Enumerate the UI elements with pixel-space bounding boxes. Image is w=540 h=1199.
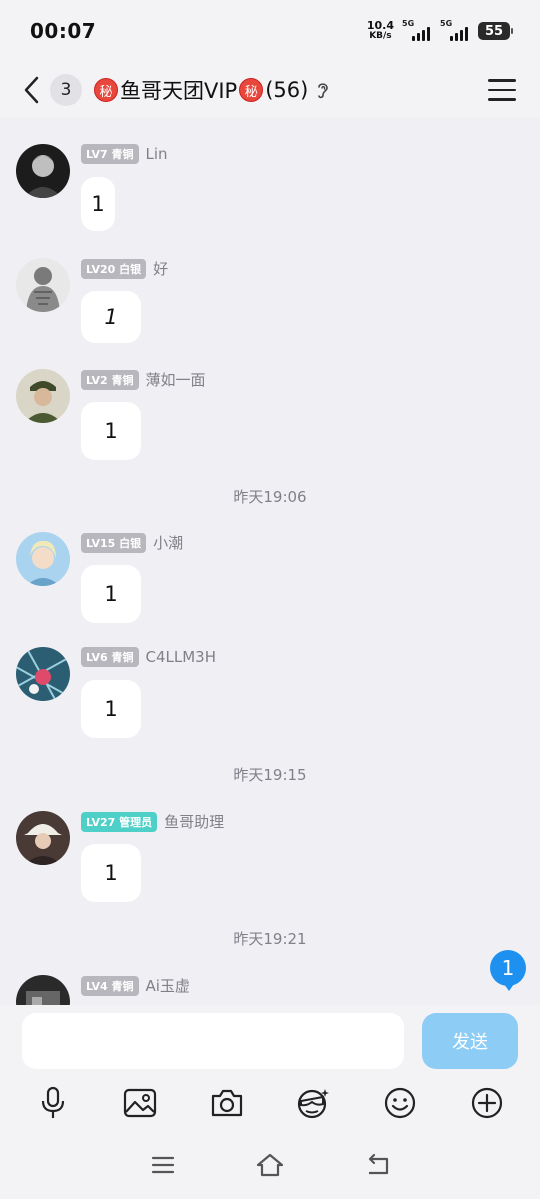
recent-apps-icon[interactable] [143,1145,183,1185]
message-meta: LV4 青铜 Ai玉虚 [81,975,190,996]
message-bubble[interactable]: 1 [81,680,141,738]
network-speed-unit: KB/s [369,31,392,41]
sim2-label: 5G [440,19,453,28]
avatar[interactable] [16,975,70,1008]
battery-icon: 55 [478,22,513,40]
avatar[interactable] [16,532,70,586]
network-speed-value: 10.4 [366,19,394,32]
secret-icon: 秘 [239,78,264,102]
message-list[interactable]: LV7 青铜 Lin 1 LV20 白银 好 1 LV2 青铜 薄如一面 1 昨… [0,118,540,1008]
chat-header: 3 秘 鱼哥天团VIP 秘 (56) [0,62,540,118]
message-meta: LV20 白银 好 [81,258,168,279]
microphone-icon[interactable] [30,1080,76,1126]
signal-1-icon: 5G [402,19,432,41]
level-badge: LV2 青铜 [81,369,139,390]
message-bubble[interactable]: 1 [81,291,141,343]
sender-name[interactable]: C4LLM3H [146,648,217,666]
input-bar: 发送 [0,1005,540,1083]
new-message-indicator[interactable]: 1 [490,950,526,991]
message-meta: LV7 青铜 Lin [81,144,168,164]
avatar[interactable] [16,647,70,701]
level-badge: LV4 青铜 [81,975,139,996]
group-title[interactable]: 秘 鱼哥天团VIP 秘 (56) [92,75,330,105]
message-bubble[interactable]: 1 [81,565,141,623]
avatar[interactable] [16,369,70,423]
home-icon[interactable] [250,1145,290,1185]
sender-name[interactable]: 小潮 [153,532,183,553]
emoji-icon[interactable] [377,1080,423,1126]
sender-name[interactable]: Lin [146,145,168,163]
sim1-label: 5G [402,19,415,28]
timestamp: 昨天19:21 [233,930,307,948]
status-indicators: 10.4 KB/s 5G 5G 55 [366,19,513,41]
plus-icon[interactable] [464,1080,510,1126]
camera-icon[interactable] [204,1080,250,1126]
avatar[interactable] [16,144,70,198]
back-button[interactable] [18,70,44,110]
sticker-icon[interactable] [290,1080,336,1126]
ear-icon [316,80,330,100]
back-nav-icon[interactable] [357,1145,397,1185]
message-bubble[interactable]: 1 [81,177,115,231]
system-nav-bar [0,1130,540,1199]
message-bubble[interactable]: 1 [81,844,141,902]
network-speed: 10.4 KB/s [366,19,394,41]
sender-name[interactable]: 薄如一面 [146,369,206,390]
level-badge: LV15 白银 [81,532,147,553]
timestamp: 昨天19:06 [233,488,307,506]
sender-name[interactable]: 好 [153,258,168,279]
menu-icon[interactable] [488,76,516,104]
chevron-left-icon [24,76,39,104]
secret-icon: 秘 [94,78,118,102]
level-badge: LV6 青铜 [81,647,139,667]
level-badge: LV27 管理员 [81,811,158,832]
avatar[interactable] [16,258,70,312]
chat-toolbar [0,1076,540,1130]
send-button[interactable]: 发送 [422,1013,518,1069]
message-meta: LV27 管理员 鱼哥助理 [81,811,224,832]
message-meta: LV6 青铜 C4LLM3H [81,647,216,667]
message-meta: LV15 白银 小潮 [81,532,183,553]
unread-count-badge[interactable]: 3 [50,74,82,106]
message-meta: LV2 青铜 薄如一面 [81,369,206,390]
status-bar: 00:07 10.4 KB/s 5G 5G 55 [0,0,540,62]
image-icon[interactable] [117,1080,163,1126]
message-bubble[interactable]: 1 [81,402,141,460]
sender-name[interactable]: 鱼哥助理 [164,811,224,832]
group-name: 鱼哥天团VIP [120,79,238,103]
level-badge: LV20 白银 [81,258,147,279]
timestamp: 昨天19:15 [233,766,307,784]
avatar[interactable] [16,811,70,865]
status-time: 00:07 [30,19,97,43]
message-input[interactable] [22,1013,404,1069]
sender-name[interactable]: Ai玉虚 [146,975,190,996]
member-count: (56) [265,78,309,102]
signal-2-icon: 5G [440,19,470,41]
level-badge: LV7 青铜 [81,144,139,164]
